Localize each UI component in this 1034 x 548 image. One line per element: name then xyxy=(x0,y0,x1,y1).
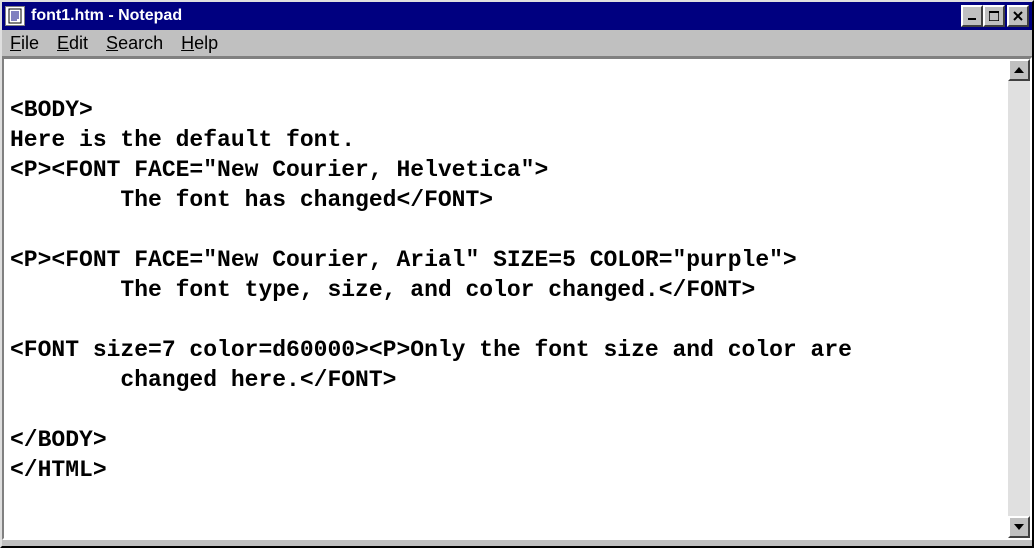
titlebar: font1.htm - Notepad xyxy=(2,2,1032,30)
text-editor[interactable]: <BODY> Here is the default font. <P><FON… xyxy=(4,59,1008,538)
bottom-edge xyxy=(2,540,1032,546)
menu-search-rest: earch xyxy=(118,33,163,53)
notepad-icon xyxy=(5,6,25,26)
window-controls xyxy=(961,5,1029,27)
arrow-down-icon xyxy=(1014,524,1024,530)
arrow-up-icon xyxy=(1014,67,1024,73)
menu-edit-rest: dit xyxy=(69,33,88,53)
scroll-down-button[interactable] xyxy=(1008,516,1030,538)
menu-file-rest: ile xyxy=(21,33,39,53)
notepad-window: font1.htm - Notepad File Edit Search Hel… xyxy=(0,0,1034,548)
menu-help[interactable]: Help xyxy=(181,33,218,54)
menu-edit[interactable]: Edit xyxy=(57,33,88,54)
maximize-button[interactable] xyxy=(983,5,1005,27)
minimize-button[interactable] xyxy=(961,5,983,27)
scroll-track[interactable] xyxy=(1008,81,1030,516)
close-button[interactable] xyxy=(1007,5,1029,27)
menu-help-rest: elp xyxy=(194,33,218,53)
menu-file[interactable]: File xyxy=(10,33,39,54)
menubar: File Edit Search Help xyxy=(2,30,1032,57)
vertical-scrollbar[interactable] xyxy=(1008,59,1030,538)
menu-search[interactable]: Search xyxy=(106,33,163,54)
window-title: font1.htm - Notepad xyxy=(31,7,961,25)
client-area: <BODY> Here is the default font. <P><FON… xyxy=(2,57,1032,540)
scroll-up-button[interactable] xyxy=(1008,59,1030,81)
